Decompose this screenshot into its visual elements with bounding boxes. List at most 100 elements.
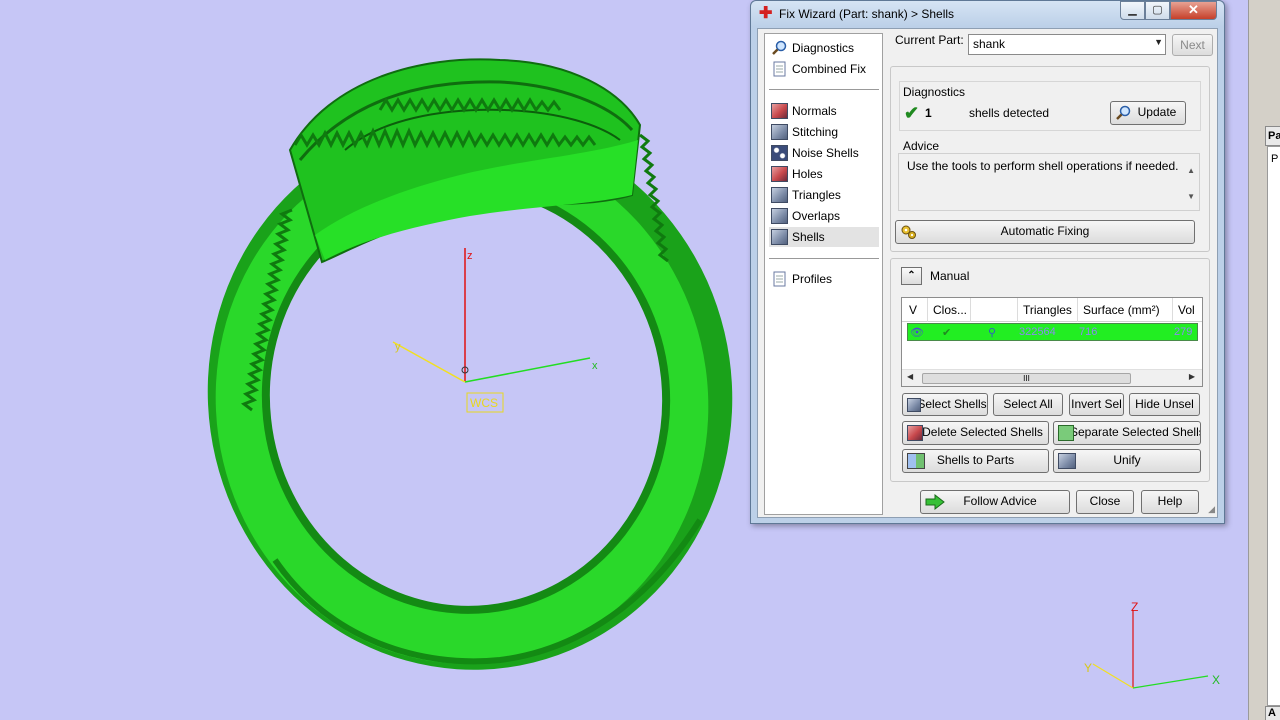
row-triangles: 322564 <box>1019 326 1056 338</box>
shells-table[interactable]: V Clos... Triangles Surface (mm²) Vol 👁 … <box>901 297 1203 387</box>
scroll-thumb[interactable]: III <box>922 373 1131 384</box>
row-volume: 279 <box>1174 326 1193 338</box>
select-all-button[interactable]: Select All <box>993 393 1063 416</box>
axis-z-label: z <box>467 250 473 262</box>
unify-button[interactable]: Unify <box>1053 449 1201 473</box>
automatic-fixing-button[interactable]: Automatic Fixing <box>895 220 1195 244</box>
column-separator <box>927 298 928 322</box>
delete-selected-shells-button[interactable]: Delete Selected Shells <box>902 421 1049 445</box>
docked-side-panel: Pa P A <box>1248 0 1280 720</box>
mini-y-label: Y <box>1084 661 1092 675</box>
advice-text: Use the tools to perform shell operation… <box>907 159 1179 173</box>
help-button[interactable]: Help <box>1141 490 1199 514</box>
column-header[interactable]: V <box>909 303 917 317</box>
follow-advice-button[interactable]: Follow Advice <box>920 490 1070 514</box>
separate-cube-icon <box>1058 425 1074 441</box>
current-part-value: shank <box>973 37 1006 51</box>
side-panel-bottom-tab[interactable]: A <box>1265 706 1280 720</box>
wcs-label: WCS <box>470 396 498 410</box>
side-panel-body: P <box>1267 146 1280 706</box>
select-shells-button[interactable]: Select Shells <box>902 393 988 416</box>
manual-heading: Manual <box>930 269 970 283</box>
document-icon <box>773 61 786 77</box>
diagnostics-heading: Diagnostics <box>903 85 966 99</box>
nav-item-overlaps[interactable]: Overlaps <box>769 206 879 226</box>
dialog-titlebar[interactable]: ✚ Fix Wizard (Part: shank) > Shells ▁ ▢ … <box>751 1 1224 27</box>
resize-grip-icon[interactable]: ◢ <box>1208 504 1215 515</box>
normals-cube-icon <box>771 103 788 119</box>
nav-item-noise-shells[interactable]: Noise Shells <box>769 143 879 163</box>
nav-label: Noise Shells <box>792 146 859 160</box>
minimize-button[interactable]: ▁ <box>1120 1 1145 20</box>
shells-to-parts-label: Shells to Parts <box>936 453 1015 467</box>
column-header[interactable]: Triangles <box>1023 303 1072 317</box>
nav-item-triangles[interactable]: Triangles <box>769 185 879 205</box>
nav-label: Diagnostics <box>792 41 855 55</box>
orientation-triad: Z X Y <box>1084 600 1220 689</box>
select-shells-cube-icon <box>907 398 921 412</box>
shell-count: 1 <box>925 106 932 120</box>
next-button[interactable]: Next <box>1172 34 1213 56</box>
update-button[interactable]: Update <box>1110 101 1186 125</box>
nav-item-holes[interactable]: Holes <box>769 164 879 184</box>
overlaps-cube-icon <box>771 208 788 224</box>
stitching-cube-icon <box>771 124 788 140</box>
diagnostics-text: shells detected <box>969 106 1050 120</box>
mini-x-label: X <box>1212 673 1220 687</box>
nav-label: Combined Fix <box>792 62 867 76</box>
side-panel-letter: P <box>1271 153 1279 165</box>
check-icon: ✔ <box>904 103 920 123</box>
nav-item-stitching[interactable]: Stitching <box>769 122 879 142</box>
column-header[interactable]: Vol <box>1178 303 1195 317</box>
advice-text-box[interactable]: Use the tools to perform shell operation… <box>898 153 1200 211</box>
separate-selected-shells-button[interactable]: Separate Selected Shells <box>1053 421 1201 445</box>
scroll-left-arrow[interactable]: ◀ <box>907 372 913 381</box>
fix-wizard-dialog: ✚ Fix Wizard (Part: shank) > Shells ▁ ▢ … <box>750 0 1225 524</box>
nav-label: Stitching <box>792 125 839 139</box>
dialog-title: Fix Wizard (Part: shank) > Shells <box>779 7 955 21</box>
chevron-down-icon: ▼ <box>1154 37 1163 47</box>
invert-selection-button[interactable]: Invert Sel <box>1069 393 1124 416</box>
follow-advice-label: Follow Advice <box>963 494 1037 508</box>
closed-check-icon: ✔ <box>942 327 952 339</box>
zoom-magnifier-icon[interactable]: ⚲ <box>988 326 996 339</box>
separate-selected-label: Separate Selected Shells <box>1070 425 1201 439</box>
nav-label: Profiles <box>792 272 833 286</box>
row-surface: 716 <box>1079 326 1098 338</box>
shells-to-parts-icon <box>907 453 925 469</box>
hide-unselected-button[interactable]: Hide Unsel <box>1129 393 1200 416</box>
unify-label: Unify <box>1113 453 1141 467</box>
nav-label: Shells <box>792 230 825 244</box>
table-horizontal-scrollbar[interactable]: ◀ III ▶ <box>902 369 1202 386</box>
column-header[interactable]: Surface (mm²) <box>1083 303 1160 317</box>
close-button[interactable]: Close <box>1076 490 1134 514</box>
scroll-right-arrow[interactable]: ▶ <box>1189 372 1195 381</box>
shells-table-header: V Clos... Triangles Surface (mm²) Vol <box>902 298 1202 322</box>
current-part-select[interactable]: shank ▼ <box>968 34 1166 55</box>
nav-item-combined-fix[interactable]: Combined Fix <box>769 59 879 79</box>
shells-to-parts-button[interactable]: Shells to Parts <box>902 449 1049 473</box>
advice-scroll-arrows[interactable]: ▲ ▼ <box>1187 158 1195 210</box>
axis-x-label: x <box>592 360 598 372</box>
column-separator <box>1077 298 1078 322</box>
side-panel-tab[interactable]: Pa <box>1265 126 1280 146</box>
collapse-manual-button[interactable]: ⌃ <box>901 267 922 285</box>
nav-item-diagnostics[interactable]: Diagnostics <box>769 38 879 58</box>
magnifier-icon <box>1116 105 1131 120</box>
nav-label: Triangles <box>792 188 841 202</box>
noise-shells-cube-icon <box>771 145 788 161</box>
advice-heading: Advice <box>903 139 940 153</box>
holes-cube-icon <box>771 166 788 182</box>
visibility-icon[interactable]: 👁 <box>910 326 924 339</box>
nav-item-shells[interactable]: Shells <box>769 227 879 247</box>
nav-label: Normals <box>792 104 837 118</box>
gears-icon <box>901 225 916 239</box>
document-icon <box>773 271 786 287</box>
nav-item-profiles[interactable]: Profiles <box>769 269 879 289</box>
nav-item-normals[interactable]: Normals <box>769 101 879 121</box>
window-close-button[interactable]: ✕ <box>1170 1 1217 20</box>
maximize-button[interactable]: ▢ <box>1145 1 1170 20</box>
automatic-fixing-label: Automatic Fixing <box>1000 224 1090 238</box>
column-header[interactable]: Clos... <box>933 303 967 317</box>
table-row[interactable]: 👁 ✔ ⚲ 322564 716 279 <box>907 323 1198 341</box>
